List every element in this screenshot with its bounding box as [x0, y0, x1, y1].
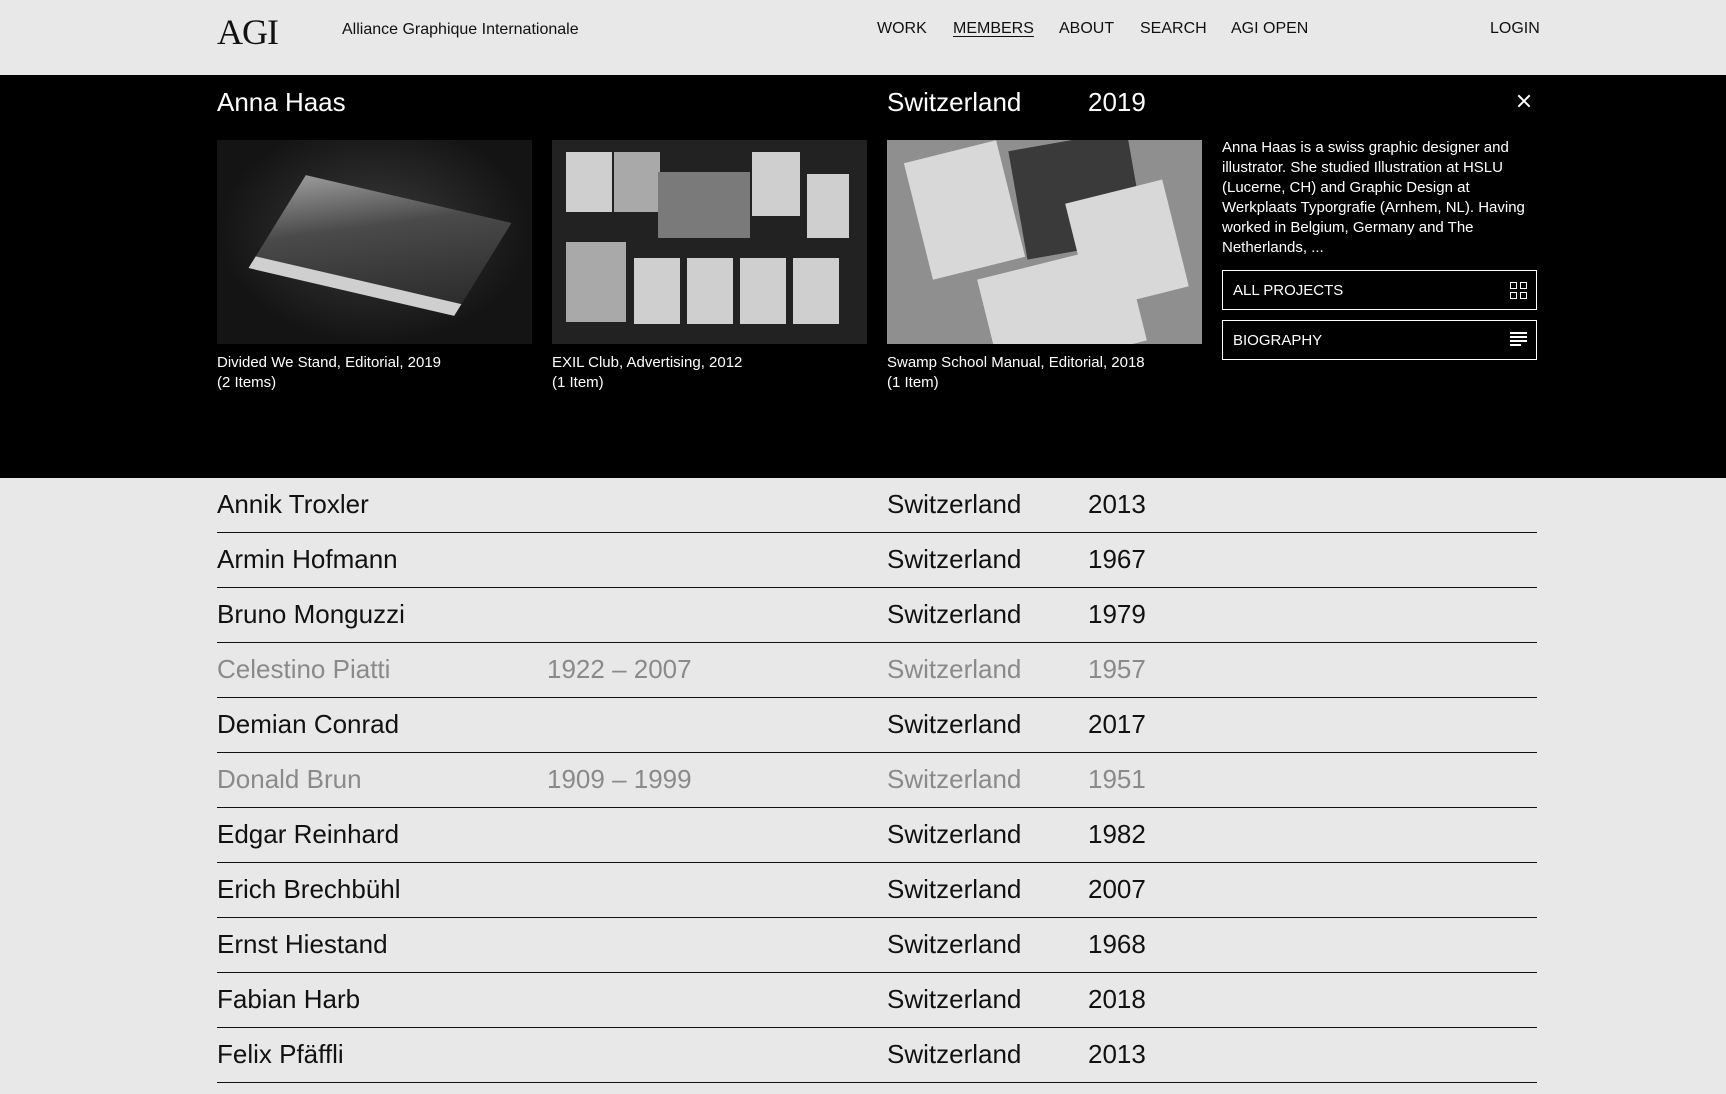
member-row[interactable]: Fabian Harb Switzerland 2018: [217, 973, 1537, 1028]
member-row-year: 1967: [1088, 544, 1146, 574]
project-thumbnail[interactable]: [552, 140, 867, 344]
member-row[interactable]: Edgar Reinhard Switzerland 1982: [217, 808, 1537, 863]
nav-agi-open[interactable]: AGI OPEN: [1231, 20, 1308, 38]
member-row[interactable]: Celestino Piatti 1922 – 2007 Switzerland…: [217, 643, 1537, 698]
project-count: (2 Items): [217, 374, 277, 391]
member-row-country: Switzerland: [887, 929, 1022, 959]
project-card[interactable]: EXIL Club, Advertising, 2012 (1 Item): [552, 140, 867, 393]
nav-search[interactable]: SEARCH: [1140, 20, 1207, 38]
member-row-name: Fabian Harb: [217, 984, 361, 1014]
member-row-country: Switzerland: [887, 874, 1022, 904]
member-row-year: 2013: [1088, 489, 1146, 519]
text-lines-icon: [1510, 332, 1527, 348]
book-image: [248, 175, 512, 316]
site-header: AGI Alliance Graphique Internationale WO…: [0, 0, 1726, 75]
member-row-country: Switzerland: [887, 489, 1022, 519]
member-country: Switzerland: [887, 87, 1022, 117]
member-year: 2019: [1088, 87, 1146, 117]
member-row[interactable]: Felix Pfäffli Switzerland 2013: [217, 1028, 1537, 1083]
member-row-name: Armin Hofmann: [217, 544, 398, 574]
nav-members[interactable]: MEMBERS: [953, 20, 1034, 38]
close-icon[interactable]: [1512, 90, 1536, 114]
member-row-year: 2013: [1088, 1039, 1146, 1069]
member-row-name: Ernst Hiestand: [217, 929, 388, 959]
member-row-year: 1951: [1088, 764, 1146, 794]
member-row-year: 1982: [1088, 819, 1146, 849]
member-row-name: Donald Brun: [217, 764, 362, 794]
agi-logo[interactable]: AGI: [217, 11, 279, 53]
member-row-country: Switzerland: [887, 599, 1022, 629]
member-row-dates: 1909 – 1999: [547, 764, 692, 794]
member-name: Anna Haas: [217, 87, 346, 117]
member-row-year: 2018: [1088, 984, 1146, 1014]
project-count: (1 Item): [552, 374, 604, 391]
member-row-country: Switzerland: [887, 544, 1022, 574]
member-row-year: 1979: [1088, 599, 1146, 629]
all-projects-label: ALL PROJECTS: [1233, 282, 1344, 299]
member-row-year: 2007: [1088, 874, 1146, 904]
member-row-country: Switzerland: [887, 709, 1022, 739]
biography-button[interactable]: BIOGRAPHY: [1222, 320, 1537, 360]
project-card[interactable]: Swamp School Manual, Editorial, 2018 (1 …: [887, 140, 1202, 393]
member-row-name: Felix Pfäffli: [217, 1039, 344, 1069]
member-row[interactable]: Bruno Monguzzi Switzerland 1979: [217, 588, 1537, 643]
member-row-name: Bruno Monguzzi: [217, 599, 405, 629]
member-row-name: Erich Brechbühl: [217, 874, 401, 904]
member-row-year: 2017: [1088, 709, 1146, 739]
project-title: Divided We Stand, Editorial, 2019: [217, 354, 442, 371]
member-row-year: 1968: [1088, 929, 1146, 959]
member-row[interactable]: Ernst Hiestand Switzerland 1968: [217, 918, 1537, 973]
member-row-year: 1957: [1088, 654, 1146, 684]
member-row[interactable]: Donald Brun 1909 – 1999 Switzerland 1951: [217, 753, 1537, 808]
member-row-country: Switzerland: [887, 764, 1022, 794]
member-row-name: Annik Troxler: [217, 489, 369, 519]
member-row[interactable]: Demian Conrad Switzerland 2017: [217, 698, 1537, 753]
member-list: Annik Troxler Switzerland 2013 Armin Hof…: [217, 478, 1537, 1083]
nav-about[interactable]: ABOUT: [1059, 20, 1114, 38]
login-link[interactable]: LOGIN: [1490, 20, 1540, 38]
member-row-country: Switzerland: [887, 819, 1022, 849]
member-row-name: Edgar Reinhard: [217, 819, 400, 849]
member-row-country: Switzerland: [887, 984, 1022, 1014]
member-row-dates: 1922 – 2007: [547, 654, 692, 684]
project-card[interactable]: Divided We Stand, Editorial, 2019 (2 Ite…: [217, 140, 532, 393]
member-row[interactable]: Erich Brechbühl Switzerland 2007: [217, 863, 1537, 918]
member-detail-panel: Anna Haas Switzerland 2019 Divided We St…: [0, 75, 1726, 478]
nav-work[interactable]: WORK: [877, 20, 927, 38]
member-row[interactable]: Annik Troxler Switzerland 2013: [217, 478, 1537, 533]
member-row-country: Switzerland: [887, 1039, 1022, 1069]
member-bio: Anna Haas is a swiss graphic designer an…: [1222, 139, 1525, 256]
member-row-name: Demian Conrad: [217, 709, 400, 739]
project-title: Swamp School Manual, Editorial, 2018: [887, 354, 1145, 371]
project-count: (1 Item): [887, 374, 939, 391]
project-thumbnail[interactable]: [217, 140, 532, 344]
project-thumbnail[interactable]: [887, 140, 1202, 344]
member-row-name: Celestino Piatti: [217, 654, 391, 684]
member-row[interactable]: Armin Hofmann Switzerland 1967: [217, 533, 1537, 588]
project-title: EXIL Club, Advertising, 2012: [552, 354, 743, 371]
all-projects-button[interactable]: ALL PROJECTS: [1222, 270, 1537, 310]
member-row-country: Switzerland: [887, 654, 1022, 684]
grid-icon: [1510, 282, 1527, 299]
biography-label: BIOGRAPHY: [1233, 332, 1323, 349]
org-name: Alliance Graphique Internationale: [342, 21, 579, 38]
